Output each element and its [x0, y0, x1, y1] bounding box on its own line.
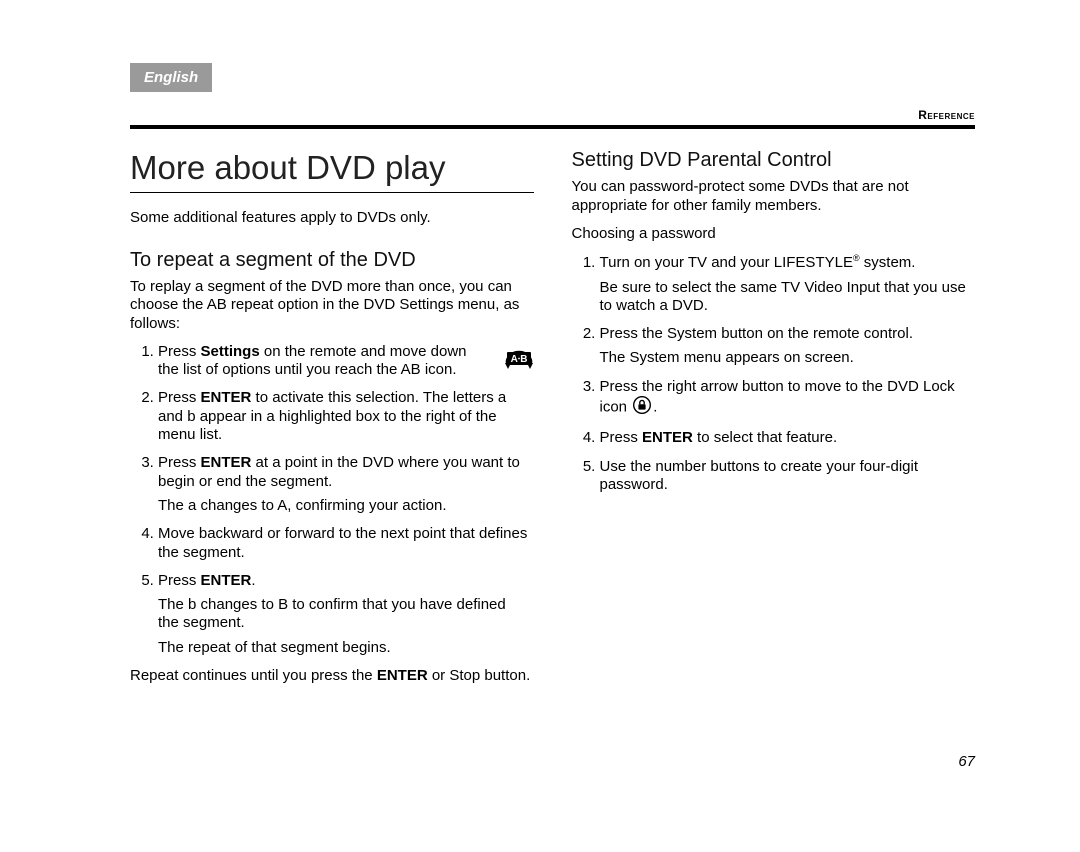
pc-step-4: Press ENTER to select that feature.: [600, 429, 976, 447]
step-1: Press Settings on the remote and move do…: [158, 343, 534, 380]
footer-a: Repeat continues until you press the: [130, 667, 377, 684]
left-column: More about DVD play Some additional feat…: [130, 148, 534, 695]
step-5-text-a: Press: [158, 572, 201, 589]
step-3-text-a: Press: [158, 454, 201, 471]
pc-step-4-bold: ENTER: [642, 429, 693, 446]
page-number: 67: [958, 753, 975, 770]
content-columns: More about DVD play Some additional feat…: [130, 148, 975, 695]
step-3: Press ENTER at a point in the DVD where …: [158, 454, 534, 515]
manual-page: English Reference More about DVD play So…: [0, 0, 1080, 852]
footer-b: or Stop button.: [428, 667, 531, 684]
step-5-sub2: The repeat of that segment begins.: [158, 639, 530, 657]
header-rule: [130, 125, 975, 129]
pc-step-3b: .: [653, 399, 657, 416]
repeat-steps: Press Settings on the remote and move do…: [130, 343, 534, 657]
step-3-sub: The a changes to A, confirming your acti…: [158, 497, 530, 515]
pc-step-5: Use the number buttons to create your fo…: [600, 458, 976, 495]
step-1-text-a: Press: [158, 343, 201, 360]
pc-step-3: Press the right arrow button to move to …: [600, 378, 976, 420]
page-title: More about DVD play: [130, 148, 534, 188]
pc-step-2-sub: The System menu appears on screen.: [600, 349, 972, 367]
pc-step-2: Press the System button on the remote co…: [600, 325, 976, 368]
pc-step-1-sub: Be sure to select the same TV Video Inpu…: [600, 279, 972, 316]
pc-step-1a: Turn on your TV and your LIFESTYLE: [600, 254, 853, 271]
intro-text: Some additional features apply to DVDs o…: [130, 209, 534, 227]
parental-intro: You can password-protect some DVDs that …: [572, 178, 976, 215]
parental-steps: Turn on your TV and your LIFESTYLE® syst…: [572, 253, 976, 494]
lock-icon: [633, 396, 651, 419]
step-4: Move backward or forward to the next poi…: [158, 525, 534, 562]
footer-bold: ENTER: [377, 667, 428, 684]
step-5: Press ENTER. The b changes to B to confi…: [158, 572, 534, 657]
pc-step-4a: Press: [600, 429, 643, 446]
step-2-text-a: Press: [158, 389, 201, 406]
svg-text:A B: A B: [510, 354, 527, 365]
title-underline: [130, 192, 534, 193]
step-5-sub1: The b changes to B to confirm that you h…: [158, 596, 530, 633]
pc-step-2-text: Press the System button on the remote co…: [600, 325, 914, 342]
reg-mark: ®: [853, 253, 860, 263]
pc-step-4b: to select that feature.: [693, 429, 837, 446]
language-tab: English: [130, 63, 212, 92]
step-2-bold: ENTER: [201, 389, 252, 406]
ab-repeat-icon: A B: [502, 343, 536, 378]
section-label: Reference: [918, 108, 975, 122]
repeat-subheading: To repeat a segment of the DVD: [130, 248, 534, 272]
repeat-intro: To replay a segment of the DVD more than…: [130, 278, 534, 333]
right-column: Setting DVD Parental Control You can pas…: [572, 148, 976, 695]
pc-step-1b: system.: [860, 254, 916, 271]
choosing-password: Choosing a password: [572, 225, 976, 243]
step-5-text-b: .: [251, 572, 255, 589]
step-3-bold: ENTER: [201, 454, 252, 471]
step-1-bold: Settings: [201, 343, 260, 360]
step-5-bold: ENTER: [201, 572, 252, 589]
repeat-footer: Repeat continues until you press the ENT…: [130, 667, 534, 685]
pc-step-1: Turn on your TV and your LIFESTYLE® syst…: [600, 253, 976, 315]
parental-heading: Setting DVD Parental Control: [572, 148, 976, 172]
step-2: Press ENTER to activate this selection. …: [158, 389, 534, 444]
